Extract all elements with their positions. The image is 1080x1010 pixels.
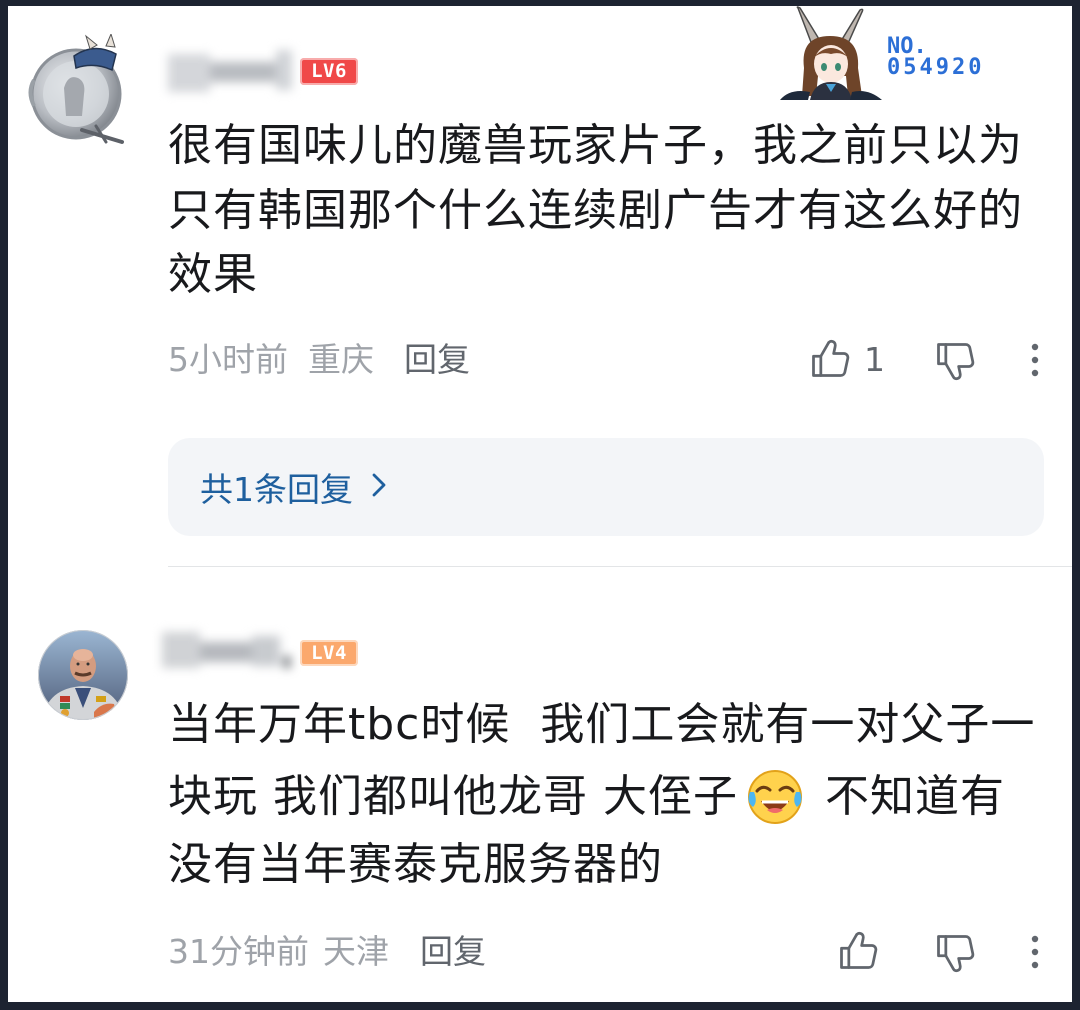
level-badge: LV4 xyxy=(300,640,358,666)
comment-text-line: 没有当年赛泰克服务器的 xyxy=(168,839,663,890)
comment-text-line: 块玩 我们都叫他龙哥 大侄子 xyxy=(168,771,738,822)
thumb-down-icon[interactable] xyxy=(933,931,977,975)
anime-rabbit-ear-girl-icon xyxy=(780,6,882,100)
laughing-crying-emoji-icon xyxy=(745,767,805,827)
comment-text-line: 不知道有 xyxy=(825,771,1005,822)
username[interactable] xyxy=(162,630,292,672)
comment-text-line: 很有国味儿的魔兽玩家片子，我之前只以为 xyxy=(168,120,1023,171)
level-badge: LV6 xyxy=(300,58,358,85)
reply-button[interactable]: 回复 xyxy=(404,338,470,382)
username[interactable] xyxy=(168,48,292,96)
avatar-hat-pendant-icon[interactable] xyxy=(26,32,126,146)
comment-time: 5小时前 xyxy=(168,340,288,379)
comment-location: 天津 xyxy=(323,932,389,971)
like-count: 1 xyxy=(864,340,885,379)
thumb-down-icon[interactable] xyxy=(933,339,977,383)
more-vertical-icon[interactable] xyxy=(1023,338,1047,382)
screenshot-canvas: LV6 NO. 054920 很有国味儿的魔兽玩家片子，我之前只以为 只有韩国那… xyxy=(0,0,1080,1010)
comment-time: 31分钟前 xyxy=(168,932,309,971)
replies-summary: 共1条回复 xyxy=(200,470,353,509)
chevron-right-icon xyxy=(371,472,387,502)
thumb-up-icon[interactable] xyxy=(836,929,880,973)
comment-location: 重庆 xyxy=(308,340,374,379)
fan-badge-number: 054920 xyxy=(887,55,985,80)
reply-button[interactable]: 回复 xyxy=(420,930,486,974)
comment-text-line: 当年万年tbc时候 我们工会就有一对父子一 xyxy=(168,699,1036,750)
fan-badge-decoration[interactable] xyxy=(780,6,886,100)
view-replies-content: 共1条回复 xyxy=(200,438,387,536)
avatar-officer-icon[interactable] xyxy=(38,630,128,720)
comment-text-line: 效果 xyxy=(168,249,258,300)
view-replies-button[interactable]: 共1条回复 xyxy=(168,438,1044,536)
comment-text-line: 只有韩国那个什么连续剧广告才有这么好的 xyxy=(168,185,1023,236)
thumb-up-icon[interactable] xyxy=(808,337,852,381)
more-vertical-icon[interactable] xyxy=(1023,930,1047,974)
comment-divider xyxy=(168,566,1072,567)
